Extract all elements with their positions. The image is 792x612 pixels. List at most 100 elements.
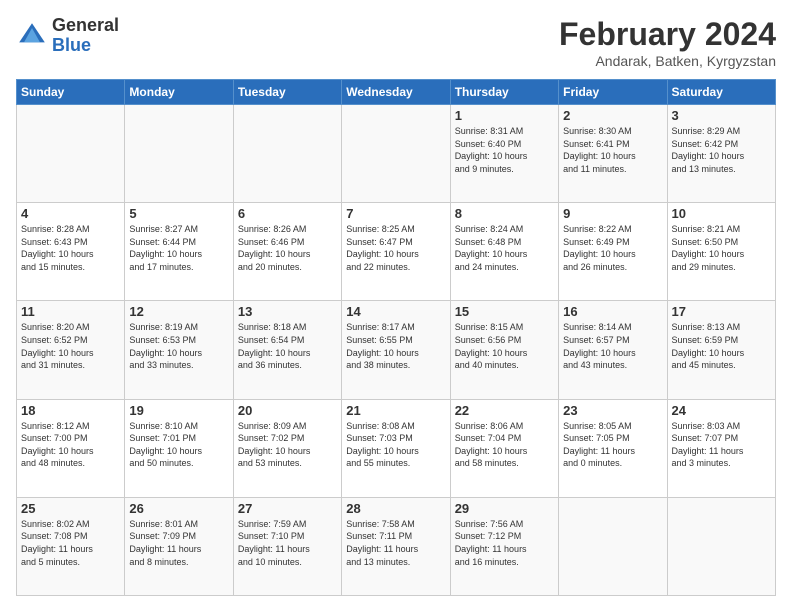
calendar-day-header: Friday [559,80,667,105]
day-info: Sunrise: 8:29 AM Sunset: 6:42 PM Dayligh… [672,125,771,175]
calendar-cell: 2 Sunrise: 8:30 AM Sunset: 6:41 PM Daylig… [559,105,667,203]
calendar-cell: 26Sunrise: 8:01 AM Sunset: 7:09 PM Dayli… [125,497,233,595]
day-info: Sunrise: 7:59 AM Sunset: 7:10 PM Dayligh… [238,518,337,568]
day-info: Sunrise: 8:08 AM Sunset: 7:03 PM Dayligh… [346,420,445,470]
calendar-cell: 8 Sunrise: 8:24 AM Sunset: 6:48 PM Daylig… [450,203,558,301]
day-number: 27 [238,501,337,516]
calendar-cell: 12 Sunrise: 8:19 AM Sunset: 6:53 PM Dayli… [125,301,233,399]
day-number: 6 [238,206,337,221]
calendar-cell: 16 Sunrise: 8:14 AM Sunset: 6:57 PM Dayli… [559,301,667,399]
logo-icon [16,20,48,52]
calendar-cell: 9Sunrise: 8:22 AM Sunset: 6:49 PM Daylig… [559,203,667,301]
day-number: 25 [21,501,120,516]
calendar-cell: 28Sunrise: 7:58 AM Sunset: 7:11 PM Dayli… [342,497,450,595]
calendar-day-header: Thursday [450,80,558,105]
day-number: 7 [346,206,445,221]
day-info: Sunrise: 7:56 AM Sunset: 7:12 PM Dayligh… [455,518,554,568]
calendar-day-header: Saturday [667,80,775,105]
day-number: 13 [238,304,337,319]
calendar-cell: 27 Sunrise: 7:59 AM Sunset: 7:10 PM Dayli… [233,497,341,595]
day-number: 21 [346,403,445,418]
calendar-day-header: Sunday [17,80,125,105]
calendar-cell: 7 Sunrise: 8:25 AM Sunset: 6:47 PM Daylig… [342,203,450,301]
day-info: Sunrise: 8:10 AM Sunset: 7:01 PM Dayligh… [129,420,228,470]
logo-text: General Blue [52,16,119,56]
day-info: Sunrise: 8:21 AM Sunset: 6:50 PM Dayligh… [672,223,771,273]
day-info: Sunrise: 8:22 AM Sunset: 6:49 PM Dayligh… [563,223,662,273]
calendar-header-row: SundayMondayTuesdayWednesdayThursdayFrid… [17,80,776,105]
day-info: Sunrise: 8:05 AM Sunset: 7:05 PM Dayligh… [563,420,662,470]
day-info: Sunrise: 8:14 AM Sunset: 6:57 PM Dayligh… [563,321,662,371]
day-info: Sunrise: 8:06 AM Sunset: 7:04 PM Dayligh… [455,420,554,470]
day-info: Sunrise: 8:30 AM Sunset: 6:41 PM Dayligh… [563,125,662,175]
page: General Blue February 2024 Andarak, Batk… [0,0,792,612]
day-info: Sunrise: 8:15 AM Sunset: 6:56 PM Dayligh… [455,321,554,371]
day-number: 20 [238,403,337,418]
calendar-cell: 18Sunrise: 8:12 AM Sunset: 7:00 PM Dayli… [17,399,125,497]
day-number: 5 [129,206,228,221]
day-info: Sunrise: 8:20 AM Sunset: 6:52 PM Dayligh… [21,321,120,371]
day-info: Sunrise: 8:19 AM Sunset: 6:53 PM Dayligh… [129,321,228,371]
calendar-cell [125,105,233,203]
day-number: 12 [129,304,228,319]
day-number: 11 [21,304,120,319]
day-info: Sunrise: 8:02 AM Sunset: 7:08 PM Dayligh… [21,518,120,568]
day-number: 17 [672,304,771,319]
calendar-week-row: 4Sunrise: 8:28 AM Sunset: 6:43 PM Daylig… [17,203,776,301]
logo-general: General [52,16,119,36]
day-number: 1 [455,108,554,123]
day-number: 23 [563,403,662,418]
calendar-cell: 6 Sunrise: 8:26 AM Sunset: 6:46 PM Daylig… [233,203,341,301]
day-number: 22 [455,403,554,418]
calendar-week-row: 11 Sunrise: 8:20 AM Sunset: 6:52 PM Dayli… [17,301,776,399]
calendar-cell [233,105,341,203]
calendar-cell: 21 Sunrise: 8:08 AM Sunset: 7:03 PM Dayli… [342,399,450,497]
calendar-cell: 24Sunrise: 8:03 AM Sunset: 7:07 PM Dayli… [667,399,775,497]
calendar-cell: 15 Sunrise: 8:15 AM Sunset: 6:56 PM Dayli… [450,301,558,399]
calendar: SundayMondayTuesdayWednesdayThursdayFrid… [16,79,776,596]
day-number: 3 [672,108,771,123]
header: General Blue February 2024 Andarak, Batk… [16,16,776,69]
title-block: February 2024 Andarak, Batken, Kyrgyzsta… [559,16,776,69]
logo-blue: Blue [52,36,119,56]
day-info: Sunrise: 8:27 AM Sunset: 6:44 PM Dayligh… [129,223,228,273]
calendar-week-row: 25 Sunrise: 8:02 AM Sunset: 7:08 PM Dayli… [17,497,776,595]
calendar-day-header: Monday [125,80,233,105]
calendar-cell: 25 Sunrise: 8:02 AM Sunset: 7:08 PM Dayli… [17,497,125,595]
day-number: 28 [346,501,445,516]
day-number: 29 [455,501,554,516]
day-info: Sunrise: 8:26 AM Sunset: 6:46 PM Dayligh… [238,223,337,273]
calendar-cell: 29 Sunrise: 7:56 AM Sunset: 7:12 PM Dayli… [450,497,558,595]
calendar-cell: 13Sunrise: 8:18 AM Sunset: 6:54 PM Dayli… [233,301,341,399]
day-info: Sunrise: 8:03 AM Sunset: 7:07 PM Dayligh… [672,420,771,470]
day-number: 16 [563,304,662,319]
calendar-week-row: 1 Sunrise: 8:31 AM Sunset: 6:40 PM Daylig… [17,105,776,203]
day-number: 15 [455,304,554,319]
day-info: Sunrise: 8:17 AM Sunset: 6:55 PM Dayligh… [346,321,445,371]
day-info: Sunrise: 8:24 AM Sunset: 6:48 PM Dayligh… [455,223,554,273]
location: Andarak, Batken, Kyrgyzstan [559,53,776,69]
calendar-day-header: Wednesday [342,80,450,105]
calendar-day-header: Tuesday [233,80,341,105]
day-info: Sunrise: 8:31 AM Sunset: 6:40 PM Dayligh… [455,125,554,175]
calendar-cell: 17 Sunrise: 8:13 AM Sunset: 6:59 PM Dayli… [667,301,775,399]
calendar-cell: 14Sunrise: 8:17 AM Sunset: 6:55 PM Dayli… [342,301,450,399]
calendar-cell: 22 Sunrise: 8:06 AM Sunset: 7:04 PM Dayli… [450,399,558,497]
calendar-cell: 11 Sunrise: 8:20 AM Sunset: 6:52 PM Dayli… [17,301,125,399]
day-number: 26 [129,501,228,516]
day-number: 2 [563,108,662,123]
calendar-cell [559,497,667,595]
day-info: Sunrise: 8:12 AM Sunset: 7:00 PM Dayligh… [21,420,120,470]
day-number: 8 [455,206,554,221]
calendar-cell: 19Sunrise: 8:10 AM Sunset: 7:01 PM Dayli… [125,399,233,497]
calendar-cell: 10Sunrise: 8:21 AM Sunset: 6:50 PM Dayli… [667,203,775,301]
calendar-cell: 5 Sunrise: 8:27 AM Sunset: 6:44 PM Daylig… [125,203,233,301]
calendar-cell: 20Sunrise: 8:09 AM Sunset: 7:02 PM Dayli… [233,399,341,497]
day-info: Sunrise: 8:25 AM Sunset: 6:47 PM Dayligh… [346,223,445,273]
calendar-cell [342,105,450,203]
calendar-cell: 4Sunrise: 8:28 AM Sunset: 6:43 PM Daylig… [17,203,125,301]
day-info: Sunrise: 8:13 AM Sunset: 6:59 PM Dayligh… [672,321,771,371]
calendar-week-row: 18Sunrise: 8:12 AM Sunset: 7:00 PM Dayli… [17,399,776,497]
calendar-cell [667,497,775,595]
calendar-cell [17,105,125,203]
